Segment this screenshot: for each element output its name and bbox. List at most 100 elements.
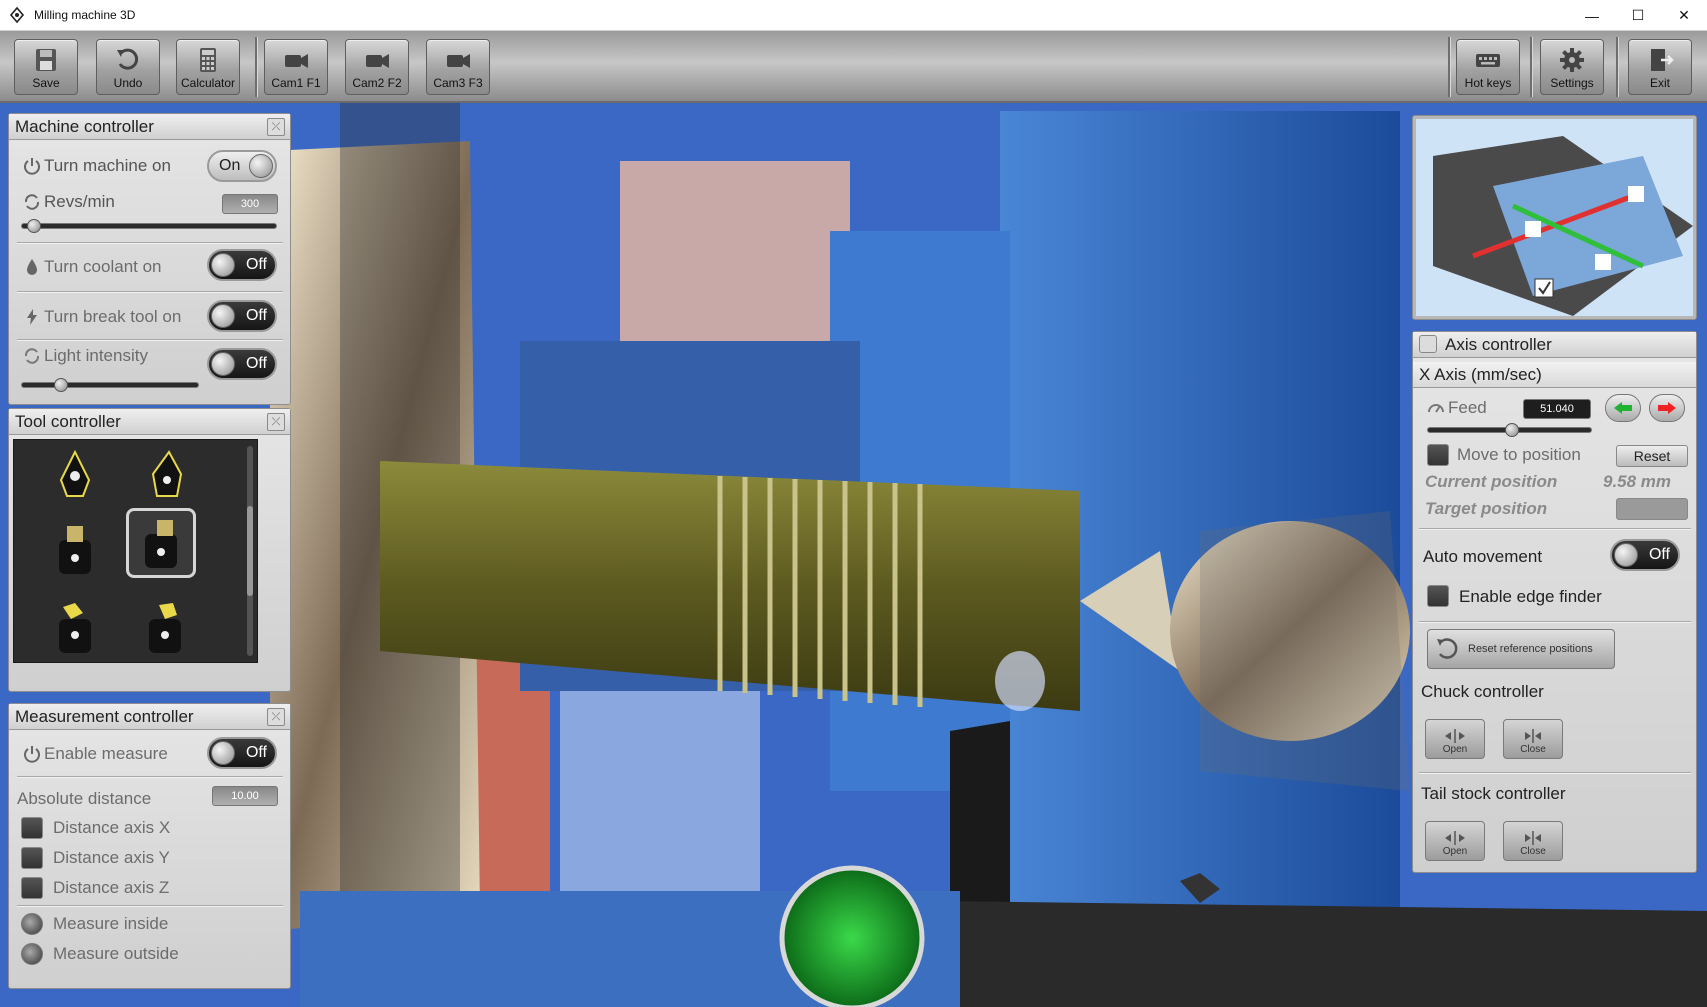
coolant-toggle[interactable]: Off [207, 249, 277, 281]
feed-label: Feed [1448, 398, 1487, 417]
auto-movement-toggle[interactable]: Off [1610, 539, 1680, 571]
scrollbar-thumb[interactable] [247, 506, 253, 596]
tool-holder-icon [145, 520, 177, 568]
axis-controller-header: Axis controller [1413, 332, 1696, 358]
tool-slot-6[interactable] [134, 596, 196, 658]
tail-open-button[interactable]: Open [1425, 821, 1485, 861]
tool-holder-icon [59, 603, 91, 653]
axis-z-checkbox[interactable] [21, 877, 43, 899]
collapse-icon[interactable]: ⤫ [267, 118, 285, 136]
move-to-position-label: Move to position [1457, 445, 1581, 464]
undo-icon [1437, 638, 1458, 659]
enable-measure-label: Enable measure [44, 744, 168, 763]
measurement-controller-header: Measurement controller ⤫ [9, 704, 290, 730]
power-icon [24, 746, 40, 763]
toolbar-separator [255, 37, 257, 97]
refresh-icon [24, 194, 40, 210]
minimap-panel [1412, 115, 1697, 320]
close-button[interactable]: ✕ [1661, 0, 1707, 31]
calculator-button[interactable]: Calculator [176, 39, 240, 95]
tool-insert-icon [59, 450, 91, 497]
cam3-button[interactable]: Cam3 F3 [426, 39, 490, 95]
power-icon [24, 158, 40, 175]
collapse-icon[interactable]: ⤫ [267, 413, 285, 431]
feed-row: Feed [1427, 398, 1487, 418]
axis-controller-title: Axis controller [1445, 334, 1552, 354]
tool-slot-3[interactable] [44, 518, 106, 580]
revs-slider-track[interactable] [21, 223, 277, 229]
tool-slot-5[interactable] [44, 596, 106, 658]
axis-z-label: Distance axis Z [53, 878, 170, 897]
minimap-checkbox-checked[interactable] [1534, 278, 1554, 298]
minimap-marker[interactable] [1525, 221, 1541, 237]
chuck-open-icon [1445, 729, 1465, 743]
move-to-position-checkbox[interactable] [1427, 444, 1449, 466]
target-position-input[interactable] [1616, 498, 1688, 520]
save-button[interactable]: Save [14, 39, 78, 95]
measurement-controller-title: Measurement controller [15, 706, 194, 726]
break-tool-toggle-state: Off [245, 307, 267, 324]
maximize-button[interactable]: ☐ [1615, 0, 1661, 31]
divider [17, 776, 283, 777]
coolant-row: Turn coolant on [23, 257, 162, 277]
chuck-close-button[interactable]: Close [1503, 719, 1563, 759]
divider [1419, 621, 1691, 622]
divider [17, 242, 283, 243]
enable-measure-toggle[interactable]: Off [207, 737, 277, 769]
measure-outside-radio[interactable] [21, 943, 43, 965]
light-slider-track[interactable] [21, 382, 199, 388]
cam1-button[interactable]: Cam1 F1 [264, 39, 328, 95]
edge-finder-checkbox[interactable] [1427, 585, 1449, 607]
collapse-icon[interactable]: ⤫ [267, 708, 285, 726]
tail-open-label: Open [1442, 846, 1468, 857]
minimap-marker[interactable] [1595, 254, 1611, 270]
exit-button[interactable]: Exit [1628, 39, 1692, 95]
axis-y-checkbox[interactable] [21, 847, 43, 869]
tool-holder-icon [59, 526, 91, 574]
measure-outside-label: Measure outside [53, 944, 179, 963]
machine-on-toggle[interactable]: On [207, 150, 277, 182]
light-toggle[interactable]: Off [207, 348, 277, 380]
tool-slot-4-selected[interactable] [126, 508, 196, 578]
divider [1419, 528, 1691, 529]
axis-x-checkbox[interactable] [21, 817, 43, 839]
break-tool-row: Turn break tool on [23, 307, 181, 327]
hotkeys-button[interactable]: Hot keys [1456, 39, 1520, 95]
tool-list-scrollbar[interactable] [247, 446, 253, 656]
measurement-controller-panel: Measurement controller ⤫ Enable measure … [8, 703, 291, 989]
revs-slider-knob[interactable] [27, 219, 41, 233]
axis-controller-checkbox[interactable] [1419, 335, 1437, 353]
minimize-button[interactable]: — [1569, 0, 1615, 31]
feed-slider-knob[interactable] [1505, 423, 1519, 437]
measure-inside-radio[interactable] [21, 913, 43, 935]
feed-left-button[interactable] [1605, 394, 1641, 422]
break-tool-toggle[interactable]: Off [207, 300, 277, 332]
machine-toggle-state: On [219, 157, 241, 174]
light-slider-knob[interactable] [54, 378, 68, 392]
feed-value[interactable]: 51.040 [1523, 399, 1591, 419]
minimap-marker[interactable] [1628, 186, 1644, 202]
tail-close-button[interactable]: Close [1503, 821, 1563, 861]
minimap-view[interactable] [1413, 116, 1696, 319]
auto-movement-label: Auto movement [1423, 547, 1543, 566]
feed-right-button[interactable] [1649, 394, 1685, 422]
absolute-distance-value[interactable]: 10.00 [212, 786, 278, 806]
cam2-button[interactable]: Cam2 F2 [345, 39, 409, 95]
chuck-controller-title: Chuck controller [1421, 682, 1544, 701]
enable-measure-row: Enable measure [23, 744, 168, 764]
lightning-icon [27, 309, 37, 325]
reset-reference-button[interactable]: Reset reference positions [1427, 629, 1615, 669]
tool-slot-1[interactable] [44, 444, 106, 506]
chuck-open-button[interactable]: Open [1425, 719, 1485, 759]
reset-button[interactable]: Reset [1616, 445, 1688, 467]
tool-slot-2[interactable] [134, 444, 196, 506]
divider [1419, 772, 1691, 773]
reset-reference-label: Reset reference positions [1468, 643, 1593, 655]
undo-button[interactable]: Undo [96, 39, 160, 95]
exit-icon [1651, 49, 1674, 71]
target-position-label: Target position [1425, 499, 1548, 518]
revs-value[interactable]: 300 [222, 194, 278, 214]
x-axis-title: X Axis (mm/sec) [1419, 364, 1542, 384]
settings-button[interactable]: Settings [1540, 39, 1604, 95]
water-drop-icon [27, 259, 37, 275]
